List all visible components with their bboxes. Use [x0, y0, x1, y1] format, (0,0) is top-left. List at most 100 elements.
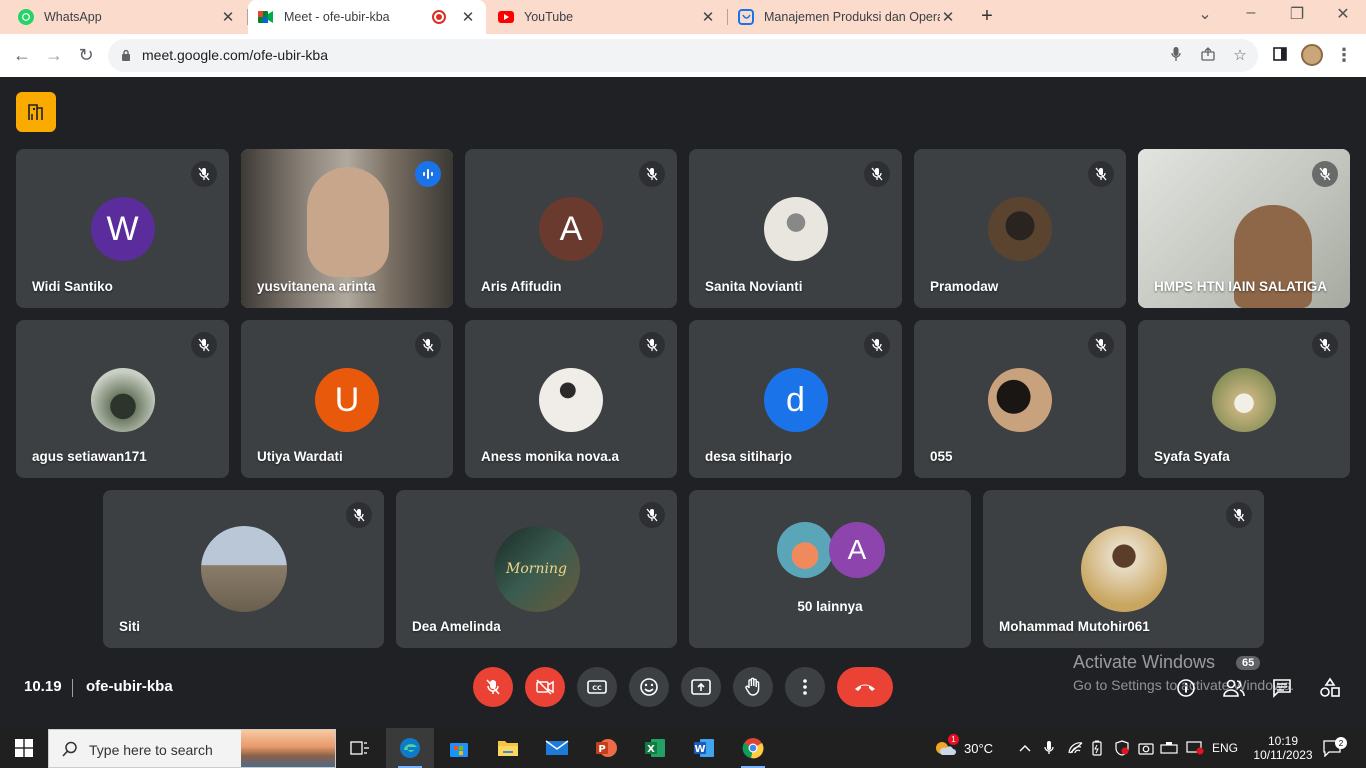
notification-center[interactable]: 2: [1322, 728, 1347, 768]
camera-tray-icon[interactable]: [1138, 728, 1154, 768]
participant-name: Siti: [119, 619, 141, 634]
speaking-indicator-icon: [415, 161, 441, 187]
task-view-button[interactable]: [336, 728, 384, 768]
meeting-panel-icon[interactable]: [16, 92, 56, 132]
tab-manajemen[interactable]: Manajemen Produksi dan Opera ✕: [728, 0, 966, 34]
tab-whatsapp[interactable]: WhatsApp ✕: [8, 0, 246, 34]
raise-hand-button[interactable]: [733, 667, 773, 707]
new-tab-button[interactable]: +: [976, 5, 998, 28]
chrome-icon: [742, 738, 764, 759]
participant-tile[interactable]: W Widi Santiko: [16, 149, 229, 308]
taskbar-store[interactable]: [435, 728, 483, 768]
microphone-icon[interactable]: [1166, 46, 1186, 66]
restore-button[interactable]: ❐: [1286, 4, 1308, 24]
share-icon[interactable]: [1198, 46, 1218, 66]
menu-kebab-icon[interactable]: ⋮: [1333, 44, 1355, 66]
participant-name: Syafa Syafa: [1154, 449, 1230, 464]
tab-youtube[interactable]: YouTube ✕: [488, 0, 726, 34]
youtube-icon: [498, 9, 514, 25]
onedrive-tray-icon[interactable]: [1186, 728, 1204, 768]
close-tab-icon[interactable]: ✕: [460, 8, 476, 26]
present-screen-button[interactable]: [681, 667, 721, 707]
participant-name: Utiya Wardati: [257, 449, 343, 464]
activities-icon: [1320, 677, 1340, 697]
participant-tile[interactable]: Sanita Novianti: [689, 149, 902, 308]
lock-icon[interactable]: [121, 49, 131, 61]
meeting-details-button[interactable]: [1174, 677, 1198, 699]
taskbar-search-box[interactable]: Type here to search: [48, 729, 336, 768]
show-hidden-icons[interactable]: [1018, 728, 1032, 768]
taskbar-powerpoint[interactable]: P: [582, 728, 630, 768]
camera-toggle-button[interactable]: [525, 667, 565, 707]
tab-title: Manajemen Produksi dan Opera: [764, 10, 940, 24]
others-tile[interactable]: A 50 lainnya: [689, 490, 971, 648]
participant-tile[interactable]: 055: [914, 320, 1126, 478]
participant-name: yusvitanena arinta: [257, 279, 376, 294]
participant-tile[interactable]: agus setiawan171: [16, 320, 229, 478]
participant-tile[interactable]: A Aris Afifudin: [465, 149, 677, 308]
wifi-tray-icon[interactable]: [1068, 728, 1084, 768]
video-person: [307, 167, 389, 277]
back-icon[interactable]: ←: [11, 44, 33, 66]
start-button[interactable]: [0, 728, 48, 768]
reactions-button[interactable]: [629, 667, 669, 707]
notification-badge: 2: [1335, 737, 1347, 749]
participant-name: Mohammad Mutohir061: [999, 619, 1150, 634]
participant-video-tile[interactable]: HMPS HTN IAIN SALATIGA: [1138, 149, 1350, 308]
google-meet-icon: [258, 9, 274, 25]
bookmark-star-icon[interactable]: ☆: [1230, 46, 1250, 66]
clock-date: 10/11/2023: [1253, 748, 1313, 762]
taskbar-excel[interactable]: X: [631, 728, 679, 768]
participant-tile[interactable]: Siti: [103, 490, 384, 648]
mic-off-icon: [415, 332, 441, 358]
leave-call-button[interactable]: [837, 667, 893, 707]
profile-avatar[interactable]: [1301, 44, 1323, 66]
participant-tile[interactable]: Aness monika nova.a: [465, 320, 677, 478]
participant-tile[interactable]: U Utiya Wardati: [241, 320, 453, 478]
clock[interactable]: 10:19 10/11/2023: [1253, 728, 1312, 768]
tab-search-icon[interactable]: ⌄: [1194, 4, 1216, 24]
taskbar-word[interactable]: W: [680, 728, 728, 768]
mic-off-icon: [1312, 332, 1338, 358]
side-panel-icon[interactable]: [1269, 44, 1291, 66]
participant-count-badge: 65: [1236, 656, 1261, 670]
participant-tile[interactable]: d desa sitiharjo: [689, 320, 902, 478]
taskbar-edge[interactable]: [386, 728, 434, 768]
network-tray-icon[interactable]: [1160, 728, 1178, 768]
tab-meet[interactable]: Meet - ofe-ubir-kba ✕: [248, 0, 486, 34]
close-window-button[interactable]: ✕: [1332, 4, 1354, 24]
participant-tile[interactable]: Pramodaw: [914, 149, 1126, 308]
close-tab-icon[interactable]: ✕: [220, 8, 236, 26]
activities-button[interactable]: [1318, 677, 1342, 699]
close-tab-icon[interactable]: ✕: [940, 8, 956, 26]
battery-icon: [1092, 740, 1102, 756]
reload-icon[interactable]: ↻: [75, 44, 97, 66]
battery-tray-icon[interactable]: [1092, 728, 1102, 768]
whatsapp-icon: [18, 9, 34, 25]
participant-tile[interactable]: Syafa Syafa: [1138, 320, 1350, 478]
language-indicator[interactable]: ENG: [1212, 728, 1238, 768]
address-bar[interactable]: meet.google.com/ofe-ubir-kba ☆: [108, 39, 1258, 72]
chat-button[interactable]: [1270, 677, 1294, 699]
close-tab-icon[interactable]: ✕: [700, 8, 716, 26]
participant-tile[interactable]: Mohammad Mutohir061: [983, 490, 1264, 648]
mic-toggle-button[interactable]: [473, 667, 513, 707]
forward-icon[interactable]: →: [43, 44, 65, 66]
people-button[interactable]: [1222, 677, 1246, 699]
microphone-tray-icon[interactable]: [1044, 728, 1054, 768]
taskbar-mail[interactable]: [533, 728, 581, 768]
more-options-button[interactable]: [785, 667, 825, 707]
security-tray-icon[interactable]: [1114, 728, 1130, 768]
captions-button[interactable]: CC: [577, 667, 617, 707]
participant-tile[interactable]: Morning Dea Amelinda: [396, 490, 677, 648]
taskbar-chrome[interactable]: [729, 728, 777, 768]
shield-icon: [1115, 740, 1129, 756]
participant-name: Sanita Novianti: [705, 279, 803, 294]
minimize-button[interactable]: –: [1240, 4, 1262, 22]
url-text[interactable]: meet.google.com/ofe-ubir-kba: [142, 47, 328, 63]
avatar-photo: Morning: [493, 526, 580, 612]
participant-video-tile[interactable]: yusvitanena arinta: [241, 149, 453, 308]
taskbar-file-explorer[interactable]: [484, 728, 532, 768]
weather-widget[interactable]: 1 30°C: [934, 728, 993, 768]
avatar: W: [90, 197, 155, 261]
